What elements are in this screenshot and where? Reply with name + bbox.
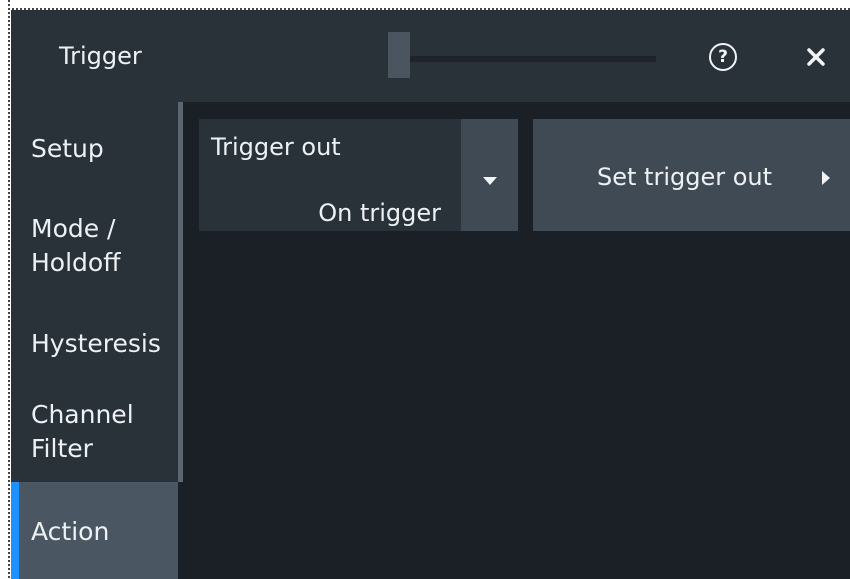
active-tab-indicator (11, 482, 19, 579)
tab-action-label: Action (31, 517, 110, 546)
dialog-header: Trigger ? (11, 10, 850, 102)
transparency-slider-track[interactable] (388, 56, 656, 62)
transparency-slider-thumb[interactable] (388, 32, 410, 78)
tab-action[interactable]: Action (11, 482, 178, 579)
trigger-dialog: Trigger ? Setup Mode / Holdoff Hysteresi… (11, 10, 850, 579)
tab-mode-holdoff[interactable]: Mode / Holdoff (11, 212, 178, 280)
tab-setup-label: Setup (31, 134, 104, 163)
set-trigger-out-label: Set trigger out (597, 163, 773, 191)
tab-hysteresis[interactable]: Hysteresis (11, 327, 178, 361)
tab-channel-filter[interactable]: Channel Filter (11, 398, 178, 466)
dialog-border-left (8, 0, 10, 579)
close-icon[interactable] (805, 46, 827, 68)
dialog-title: Trigger (59, 42, 142, 70)
caret-right-icon (822, 171, 830, 185)
trigger-out-field[interactable]: Trigger out On trigger (199, 119, 461, 231)
tab-channel-filter-label: Channel Filter (31, 400, 134, 463)
tab-hysteresis-label: Hysteresis (31, 329, 161, 358)
help-icon[interactable]: ? (709, 43, 737, 71)
tab-mode-holdoff-label: Mode / Holdoff (31, 214, 121, 277)
tab-setup[interactable]: Setup (11, 132, 178, 166)
sidebar: Setup Mode / Holdoff Hysteresis Channel … (11, 102, 178, 579)
trigger-out-value: On trigger (318, 199, 441, 227)
trigger-out-label: Trigger out (211, 133, 341, 161)
caret-down-icon (483, 177, 497, 185)
set-trigger-out-button[interactable]: Set trigger out (533, 119, 850, 231)
trigger-out-dropdown-button[interactable] (461, 119, 518, 231)
